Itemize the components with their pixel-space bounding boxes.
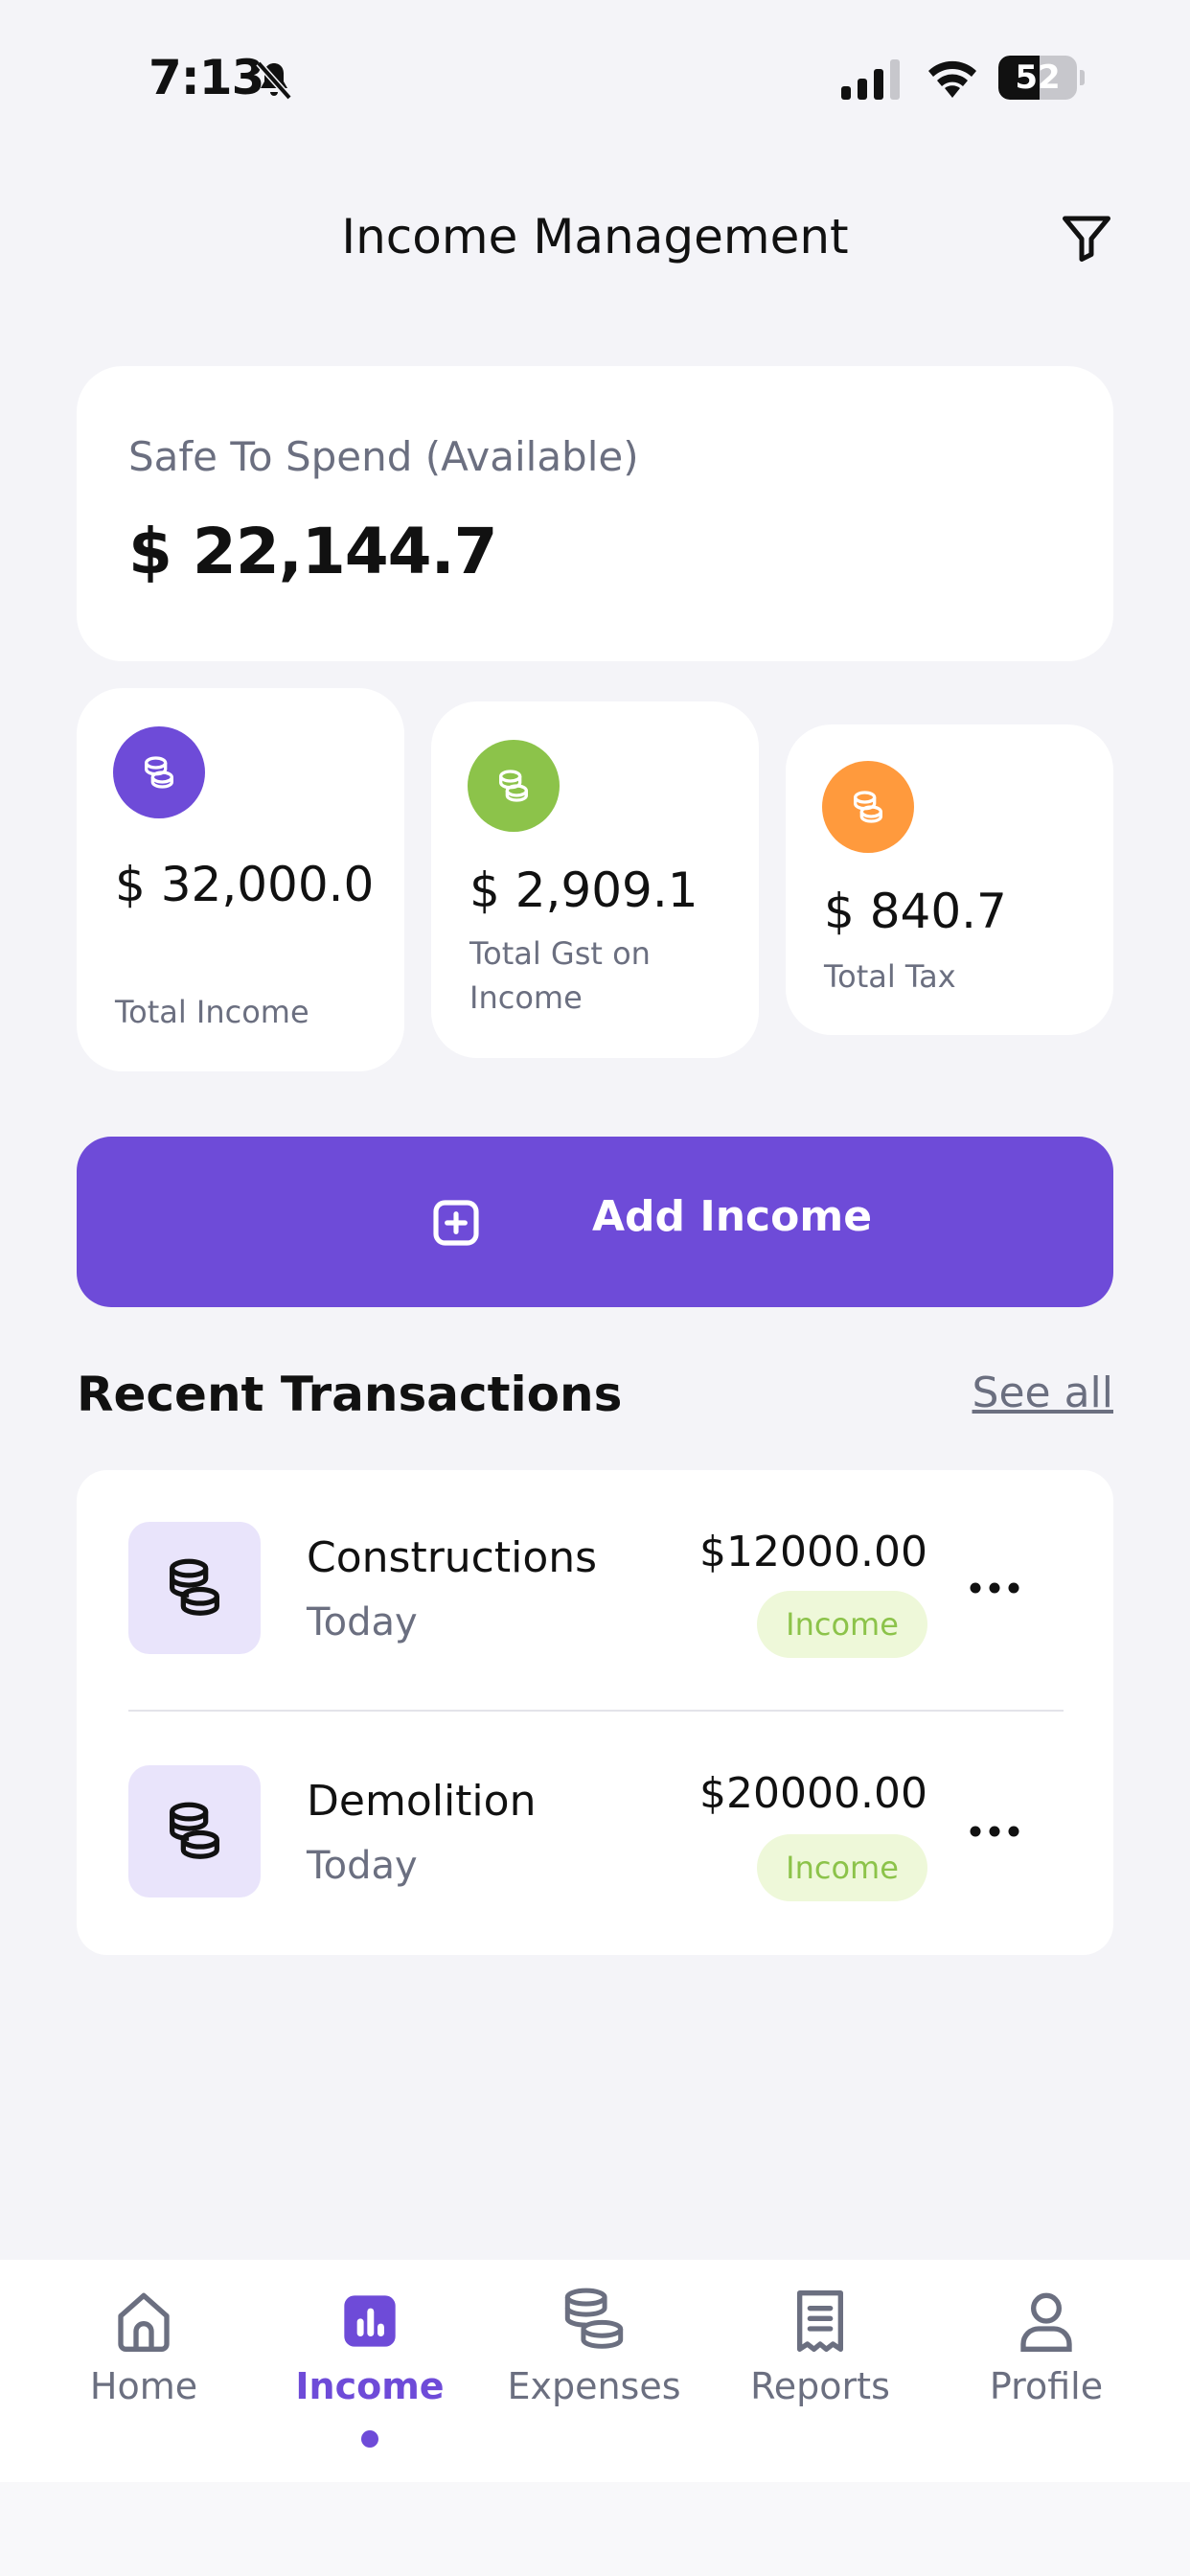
plus-square-icon — [433, 1200, 479, 1246]
total-gst-label: Total Gst on Income — [469, 935, 651, 1016]
income-chart-icon — [344, 2295, 396, 2347]
coins-icon — [564, 2288, 624, 2349]
more-options-icon[interactable] — [966, 1574, 1023, 1602]
transaction-name: Demolition — [307, 1777, 537, 1826]
coins-icon — [128, 1522, 261, 1654]
transaction-name: Constructions — [307, 1533, 598, 1582]
transaction-amount: $12000.00 — [699, 1528, 927, 1576]
transactions-list: Constructions Today $12000.00 Income Dem… — [77, 1470, 1113, 1955]
total-tax-card[interactable]: $ 840.7 Total Tax — [786, 724, 1113, 1035]
transaction-date: Today — [307, 1844, 418, 1888]
add-income-label: Add Income — [592, 1192, 873, 1241]
nav-label-reports: Reports — [750, 2365, 890, 2407]
page-title: Income Management — [341, 209, 849, 264]
income-management-screen: 7:13 52 Income Management Safe To Spend … — [0, 0, 1190, 2576]
filter-icon[interactable] — [1058, 209, 1115, 266]
status-time: 7:13 — [149, 50, 264, 105]
wifi-icon — [928, 60, 976, 98]
transaction-type-badge: Income — [757, 1591, 927, 1658]
coins-icon — [113, 726, 205, 818]
transaction-type-badge: Income — [757, 1834, 927, 1901]
nav-label-income: Income — [295, 2365, 445, 2407]
nav-item-reports[interactable]: Reports — [724, 2260, 916, 2482]
home-indicator-area — [0, 2482, 1190, 2576]
coins-icon — [128, 1765, 261, 1898]
user-icon — [1020, 2292, 1072, 2352]
coins-icon — [822, 761, 914, 853]
transaction-amount: $20000.00 — [699, 1769, 927, 1818]
silent-bell-icon — [256, 60, 292, 101]
transaction-row[interactable]: Demolition Today $20000.00 Income — [77, 1714, 1113, 1905]
nav-label-profile: Profile — [989, 2365, 1104, 2407]
total-gst-value: $ 2,909.1 — [469, 862, 698, 918]
battery-tip — [1080, 70, 1085, 85]
total-tax-value: $ 840.7 — [824, 884, 1007, 939]
transaction-row[interactable]: Constructions Today $12000.00 Income — [77, 1470, 1113, 1662]
safe-to-spend-label: Safe To Spend (Available) — [128, 433, 639, 480]
coins-icon — [468, 740, 560, 832]
active-indicator — [361, 2430, 378, 2448]
more-options-icon[interactable] — [966, 1817, 1023, 1846]
nav-item-home[interactable]: Home — [48, 2260, 240, 2482]
safe-to-spend-card: Safe To Spend (Available) $ 22,144.7 — [77, 366, 1113, 661]
total-income-label: Total Income — [115, 994, 309, 1030]
home-icon — [118, 2292, 170, 2352]
battery-body: 52 — [998, 56, 1077, 100]
cellular-signal-icon — [841, 59, 900, 100]
nav-item-income[interactable]: Income — [274, 2260, 466, 2482]
see-all-link[interactable]: See all — [973, 1368, 1113, 1417]
nav-item-expenses[interactable]: Expenses — [498, 2260, 690, 2482]
add-income-button[interactable]: Add Income — [77, 1137, 1113, 1307]
total-income-card[interactable]: $ 32,000.0 Total Income — [77, 688, 404, 1071]
battery-indicator: 52 — [998, 56, 1085, 100]
transaction-date: Today — [307, 1600, 418, 1644]
total-tax-label: Total Tax — [824, 958, 956, 995]
divider — [128, 1710, 1064, 1712]
recent-transactions-title: Recent Transactions — [77, 1367, 623, 1422]
nav-label-home: Home — [89, 2365, 198, 2407]
nav-label-expenses: Expenses — [507, 2365, 681, 2407]
battery-percent: 52 — [1015, 58, 1061, 97]
receipt-icon — [797, 2290, 843, 2352]
safe-to-spend-amount: $ 22,144.7 — [128, 515, 498, 588]
nav-item-profile[interactable]: Profile — [950, 2260, 1142, 2482]
total-gst-card[interactable]: $ 2,909.1 Total Gst on Income — [431, 702, 759, 1058]
bottom-nav: Home Income Expenses Reports Profile — [0, 2260, 1190, 2482]
total-income-value: $ 32,000.0 — [115, 857, 375, 912]
